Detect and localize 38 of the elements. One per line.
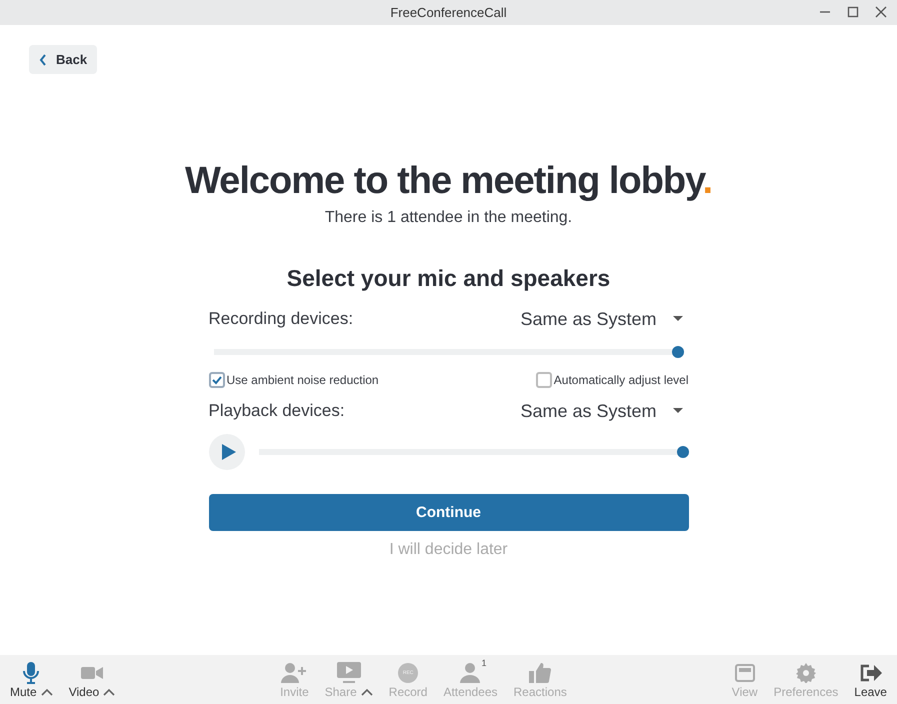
maximize-icon[interactable]: [847, 6, 859, 18]
caret-up-icon: [103, 688, 116, 696]
close-icon[interactable]: [875, 6, 887, 18]
recording-device-dropdown[interactable]: Same as System: [520, 308, 688, 330]
window-title: FreeConferenceCall: [390, 5, 507, 20]
microphone-icon: [23, 662, 40, 684]
playback-devices-label: Playback devices:: [208, 401, 345, 421]
play-button[interactable]: [208, 434, 244, 470]
caret-icon: [672, 408, 682, 414]
mic-button[interactable]: Mute: [4, 655, 59, 704]
playback-device-dropdown[interactable]: Same as System: [520, 400, 688, 422]
chevron-left-icon: [39, 54, 47, 66]
video-button[interactable]: Video: [62, 655, 122, 704]
exit-icon: [860, 664, 882, 682]
play-icon: [220, 443, 236, 461]
back-button[interactable]: Back: [29, 45, 98, 74]
attendee-count-text: There is 1 attendee in the meeting.: [324, 209, 572, 227]
leave-button[interactable]: Leave: [848, 655, 893, 704]
settings-icon: [796, 663, 816, 683]
recording-devices-label: Recording devices:: [208, 309, 354, 329]
video-camera-icon: [80, 665, 103, 681]
attendee-count-label: 1: [481, 658, 486, 668]
caret-up-icon: [360, 688, 373, 696]
add-person-icon: [281, 663, 308, 683]
page-title: Welcome to the meeting lobby.: [185, 160, 712, 203]
caret-up-icon: [40, 688, 53, 696]
screen-play-icon: [336, 662, 361, 684]
recording-level-slider[interactable]: [214, 346, 684, 358]
thumbs-up-icon: [529, 663, 552, 683]
option-checkbox[interactable]: Automatically adjust level: [536, 372, 688, 388]
playback-level-slider[interactable]: [258, 446, 688, 458]
section-title: Select your mic and speakers: [286, 265, 610, 292]
window-layout-icon: [734, 664, 755, 682]
check-icon: [210, 374, 222, 386]
person-icon: [460, 663, 480, 683]
caret-icon: [672, 316, 682, 322]
continue-button[interactable]: Continue: [208, 494, 688, 531]
option-checkbox[interactable]: Use ambient noise reduction: [208, 372, 379, 388]
